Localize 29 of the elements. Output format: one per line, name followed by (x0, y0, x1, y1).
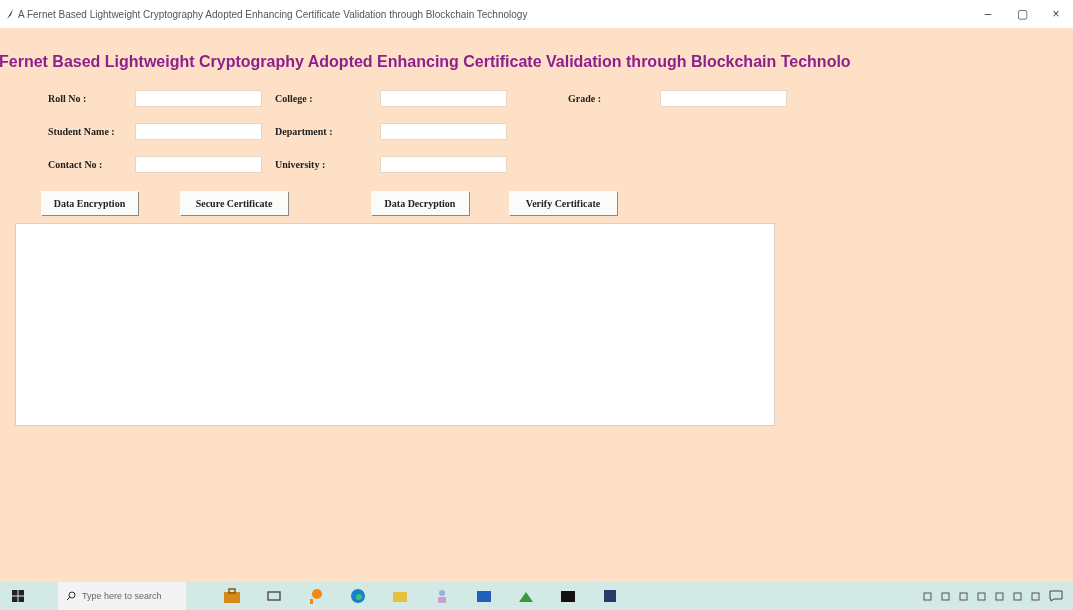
input-field[interactable] (135, 123, 262, 140)
minimize-button[interactable]: – (971, 7, 1005, 21)
input-field[interactable] (660, 90, 787, 107)
action-button[interactable]: Data Encryption (41, 191, 138, 215)
notification-icon[interactable] (1049, 590, 1063, 602)
input-field[interactable] (380, 156, 507, 173)
input-field[interactable] (135, 156, 262, 173)
maximize-button[interactable]: ▢ (1005, 7, 1039, 21)
field-label: Department : (275, 126, 334, 137)
field-label: University : (275, 159, 327, 170)
windows-start-icon[interactable] (12, 590, 24, 602)
input-field[interactable] (135, 90, 262, 107)
action-button[interactable]: Secure Certificate (180, 191, 288, 215)
action-button[interactable]: Data Decryption (371, 191, 469, 215)
field-label: Roll No : (48, 93, 88, 104)
field-label: Contact No : (48, 159, 104, 170)
field-label: Grade : (568, 93, 603, 104)
field-label: Student Name : (48, 126, 116, 137)
feather-icon (6, 9, 14, 19)
window-title: A Fernet Based Lightweight Cryptography Adopted Enhancing Certificate Validation through Blockchain Technology (18, 8, 528, 20)
field-label: College : (275, 93, 314, 104)
app-heading: Fernet Based Lightweight Cryptography Adopted Enhancing Certificate Validation through Blockchain Technolo (0, 53, 852, 71)
input-field[interactable] (380, 123, 507, 140)
action-button[interactable]: Verify Certificate (509, 191, 617, 215)
close-button[interactable]: × (1039, 7, 1073, 21)
briefcase-icon[interactable] (222, 586, 242, 606)
browser-icon[interactable] (348, 586, 368, 606)
taskbar-search-field[interactable]: Type here to search (58, 582, 186, 610)
input-field[interactable] (380, 90, 507, 107)
